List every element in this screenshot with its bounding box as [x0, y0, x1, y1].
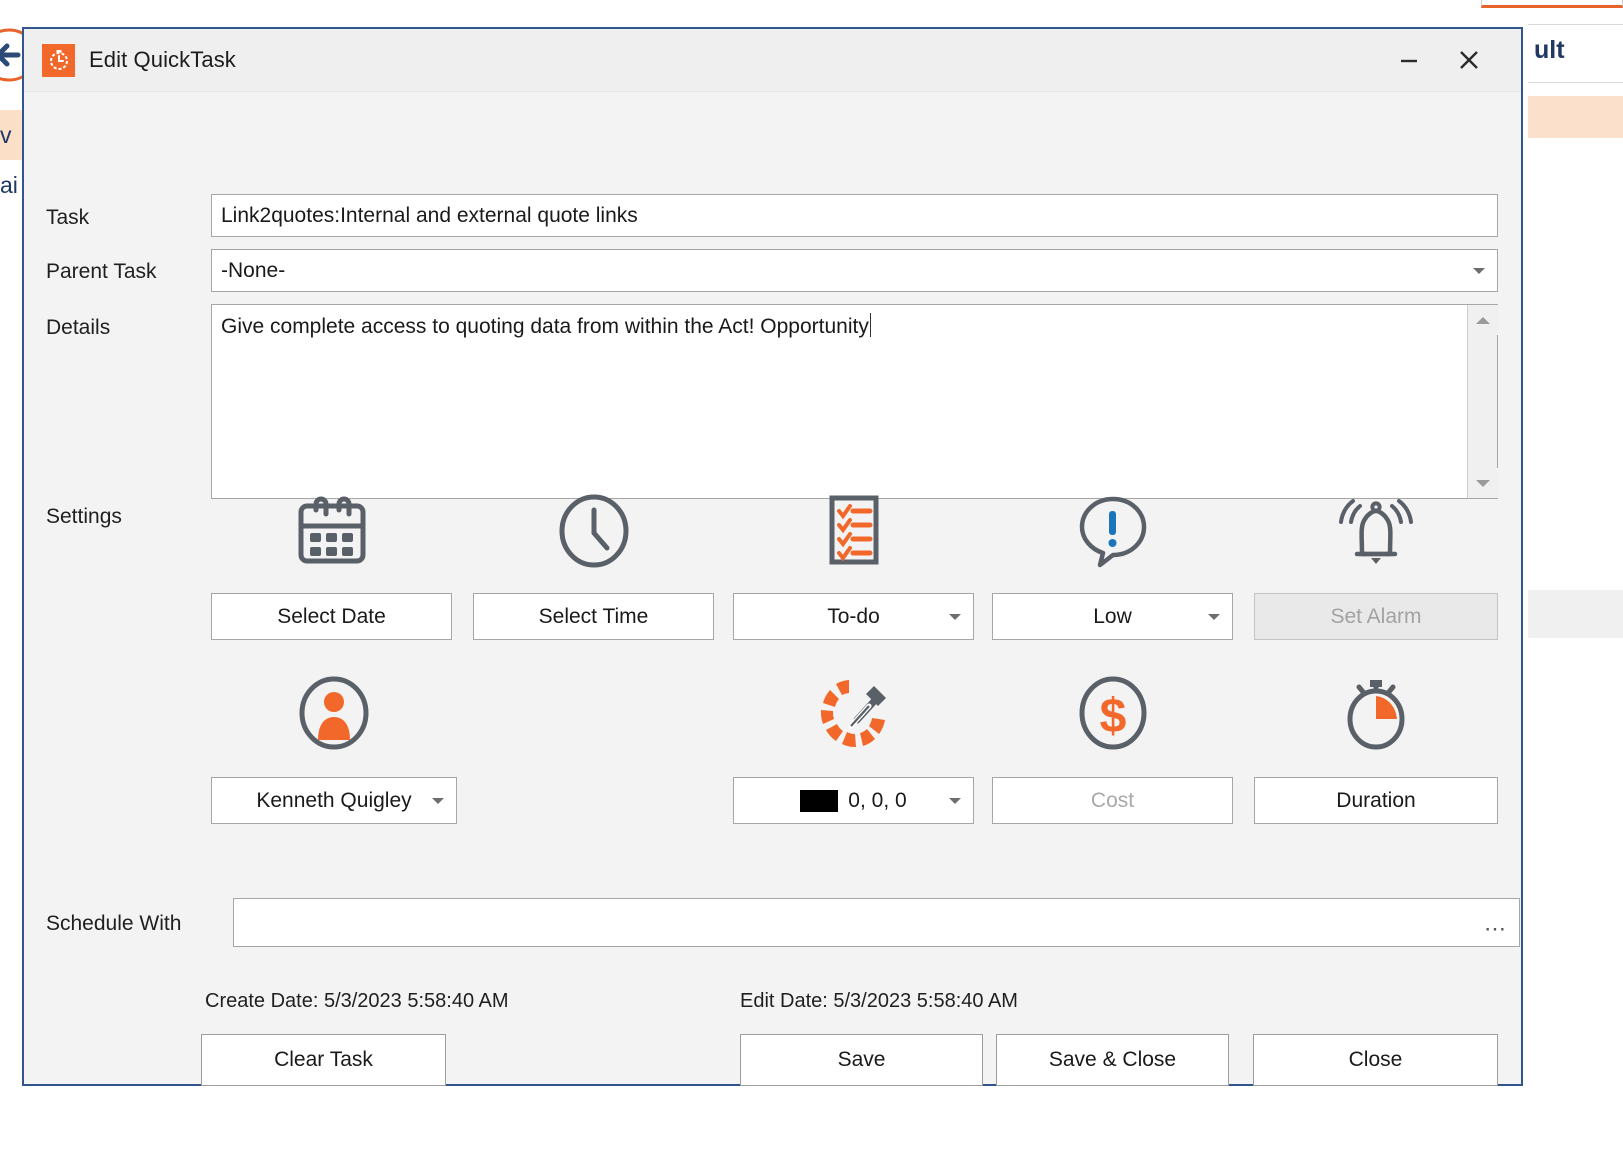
- set-alarm-button[interactable]: Set Alarm: [1254, 593, 1498, 640]
- save-button[interactable]: Save: [740, 1034, 983, 1086]
- quicktask-stopwatch-icon: [42, 43, 75, 77]
- save-and-close-button[interactable]: Save & Close: [996, 1034, 1229, 1086]
- duration-button[interactable]: Duration: [1254, 777, 1498, 824]
- create-date-text: Create Date: 5/3/2023 5:58:40 AM: [205, 990, 509, 1012]
- select-time-button[interactable]: Select Time: [473, 593, 714, 640]
- setting-priority: Low: [992, 490, 1233, 640]
- parent-task-dropdown[interactable]: -None-: [211, 249, 1498, 292]
- eyedropper-color-icon: [733, 672, 974, 754]
- task-input-value: Link2quotes:Internal and external quote …: [221, 203, 638, 227]
- details-textarea[interactable]: Give complete access to quoting data fro…: [211, 304, 1498, 499]
- setting-duration: Duration: [1254, 672, 1498, 824]
- assigned-user-value: Kenneth Quigley: [256, 788, 412, 812]
- setting-select-date: Select Date: [211, 490, 452, 640]
- setting-color: 0, 0, 0: [733, 672, 974, 824]
- dollar-circle-icon: $: [992, 672, 1233, 754]
- setting-task-type: To-do: [733, 490, 974, 640]
- select-date-button[interactable]: Select Date: [211, 593, 452, 640]
- schedule-with-input[interactable]: ⋯: [233, 898, 1520, 947]
- chevron-down-icon: [1476, 479, 1490, 487]
- clear-task-button[interactable]: Clear Task: [201, 1034, 446, 1086]
- chevron-down-icon: [1208, 613, 1220, 620]
- setting-alarm: Set Alarm: [1254, 490, 1498, 640]
- clock-icon: [473, 490, 714, 572]
- close-dialog-button[interactable]: Close: [1253, 1034, 1498, 1086]
- chevron-down-icon: [432, 797, 444, 804]
- close-icon: [1460, 51, 1478, 69]
- setting-assigned-user: Kenneth Quigley: [211, 672, 457, 824]
- priority-dropdown[interactable]: Low: [992, 593, 1233, 640]
- scroll-up-button[interactable]: [1468, 305, 1498, 335]
- task-type-value: To-do: [827, 604, 880, 628]
- setting-select-time: Select Time: [473, 490, 714, 640]
- svg-text:$: $: [1099, 690, 1126, 743]
- color-value: 0, 0, 0: [848, 788, 907, 812]
- schedule-with-label: Schedule With: [46, 912, 182, 935]
- chevron-up-icon: [1476, 316, 1490, 324]
- parent-task-label: Parent Task: [46, 260, 157, 283]
- details-scrollbar[interactable]: [1467, 305, 1498, 498]
- dialog-title: Edit QuickTask: [89, 47, 236, 72]
- color-dropdown[interactable]: 0, 0, 0: [733, 777, 974, 824]
- background-highlight-band: [1528, 96, 1623, 138]
- minimize-button[interactable]: [1379, 37, 1439, 83]
- task-label: Task: [46, 206, 90, 229]
- assigned-user-dropdown[interactable]: Kenneth Quigley: [211, 777, 457, 824]
- background-top-strip: [0, 0, 1623, 10]
- background-divider: [1528, 24, 1623, 25]
- background-active-tab[interactable]: [1481, 0, 1623, 8]
- cost-input[interactable]: Cost: [992, 777, 1233, 824]
- minimize-icon: [1401, 59, 1417, 63]
- dialog-title-bar: Edit QuickTask: [24, 29, 1521, 92]
- priority-exclamation-icon: [992, 490, 1233, 572]
- background-divider: [1528, 82, 1623, 83]
- schedule-with-ellipsis-button[interactable]: ⋯: [1484, 916, 1507, 942]
- color-swatch: [800, 789, 839, 812]
- task-input[interactable]: Link2quotes:Internal and external quote …: [211, 194, 1498, 237]
- close-button[interactable]: [1439, 37, 1499, 83]
- background-gray-band: [1528, 590, 1623, 638]
- parent-task-value: -None-: [221, 258, 286, 282]
- task-type-dropdown[interactable]: To-do: [733, 593, 974, 640]
- checklist-icon: [733, 490, 974, 572]
- dialog-body: Task Link2quotes:Internal and external q…: [24, 92, 1521, 1086]
- alarm-bell-icon: [1254, 490, 1498, 572]
- user-circle-icon: [211, 672, 457, 754]
- chevron-down-icon: [949, 797, 961, 804]
- details-textarea-value: Give complete access to quoting data fro…: [221, 313, 871, 338]
- calendar-icon: [211, 490, 452, 572]
- background-text-fragment: ai: [0, 172, 18, 198]
- chevron-down-icon: [949, 613, 961, 620]
- stopwatch-icon: [1254, 672, 1498, 754]
- chevron-down-icon: [1473, 267, 1485, 274]
- edit-quicktask-dialog: Edit QuickTask Task Link2quotes:Internal…: [22, 27, 1523, 1086]
- priority-value: Low: [1093, 604, 1132, 628]
- setting-cost: $ Cost: [992, 672, 1233, 824]
- settings-label: Settings: [46, 505, 122, 528]
- background-right-label: ult: [1534, 36, 1565, 64]
- edit-date-text: Edit Date: 5/3/2023 5:58:40 AM: [740, 990, 1018, 1012]
- details-label: Details: [46, 316, 111, 339]
- text-cursor: [869, 313, 871, 337]
